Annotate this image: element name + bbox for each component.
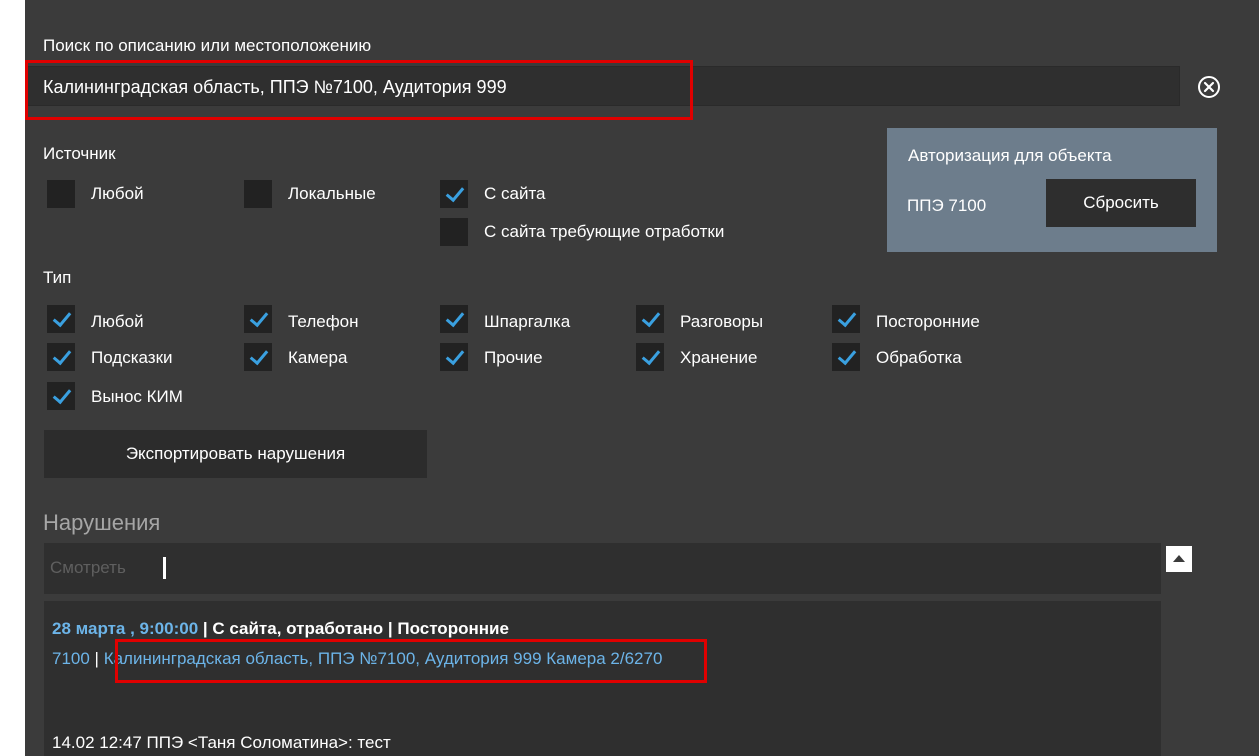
auth-panel: Авторизация для объекта ППЭ 7100 Сбросит… bbox=[887, 128, 1217, 252]
record-location-link[interactable]: Калининградская область, ППЭ №7100, Ауди… bbox=[104, 649, 542, 668]
type-heading: Тип bbox=[43, 268, 72, 287]
auth-title: Авторизация для объекта bbox=[908, 146, 1112, 165]
type-outsiders-label: Посторонние bbox=[876, 312, 980, 331]
reset-button[interactable]: Сбросить bbox=[1046, 179, 1196, 227]
record-location-line: 7100 | Калининградская область, ППЭ №710… bbox=[52, 649, 662, 669]
type-phone-label: Телефон bbox=[288, 312, 359, 331]
search-input[interactable]: Калининградская область, ППЭ №7100, Ауди… bbox=[27, 66, 1180, 106]
text-cursor bbox=[163, 557, 166, 579]
type-phone-checkbox[interactable] bbox=[244, 305, 272, 333]
type-cheatsheet-label: Шпаргалка bbox=[484, 312, 571, 331]
type-hints-checkbox[interactable] bbox=[47, 343, 75, 371]
violations-filter-input[interactable]: Смотреть bbox=[44, 543, 1161, 594]
record-ppe-link[interactable]: 7100 bbox=[52, 649, 90, 668]
type-talking-label: Разговоры bbox=[680, 312, 764, 331]
type-kim-removal-checkbox[interactable] bbox=[47, 382, 75, 410]
record-camera-link[interactable]: Камера 2/6270 bbox=[546, 649, 662, 668]
source-heading: Источник bbox=[43, 144, 116, 163]
filter-placeholder: Смотреть bbox=[50, 558, 126, 577]
type-any-checkbox[interactable] bbox=[47, 305, 75, 333]
source-any-checkbox[interactable] bbox=[47, 180, 75, 208]
type-talking-checkbox[interactable] bbox=[636, 305, 664, 333]
type-camera-label: Камера bbox=[288, 348, 348, 367]
type-cheatsheet-checkbox[interactable] bbox=[440, 305, 468, 333]
source-site-checkbox[interactable] bbox=[440, 180, 468, 208]
search-input-value: Калининградская область, ППЭ №7100, Ауди… bbox=[43, 77, 507, 97]
triangle-up-icon[interactable] bbox=[1166, 546, 1192, 572]
clear-search-button[interactable] bbox=[1198, 76, 1220, 98]
filter-panel: Поиск по описанию или местоположению Кал… bbox=[25, 0, 1259, 756]
source-site-pending-checkbox[interactable] bbox=[440, 218, 468, 246]
type-kim-removal-label: Вынос КИМ bbox=[91, 387, 183, 406]
source-local-label: Локальные bbox=[288, 184, 376, 203]
type-processing-checkbox[interactable] bbox=[832, 343, 860, 371]
source-any-label: Любой bbox=[91, 184, 144, 203]
type-processing-label: Обработка bbox=[876, 348, 962, 367]
record-date-link[interactable]: 28 марта , 9:00:00 bbox=[52, 619, 198, 638]
type-storage-label: Хранение bbox=[680, 348, 758, 367]
type-outsiders-checkbox[interactable] bbox=[832, 305, 860, 333]
type-any-label: Любой bbox=[91, 312, 144, 331]
source-site-label: С сайта bbox=[484, 184, 546, 203]
violation-record[interactable]: 28 марта , 9:00:00 | С сайта, отработано… bbox=[44, 601, 1161, 756]
record-separator: | bbox=[89, 649, 104, 668]
source-site-pending-label: С сайта требующие отработки bbox=[484, 222, 725, 241]
record-status: | С сайта, отработано | Посторонние bbox=[198, 619, 509, 638]
type-camera-checkbox[interactable] bbox=[244, 343, 272, 371]
type-other-label: Прочие bbox=[484, 348, 543, 367]
record-comment: 14.02 12:47 ППЭ <Таня Соломатина>: тест bbox=[52, 733, 391, 752]
source-local-checkbox[interactable] bbox=[244, 180, 272, 208]
auth-object: ППЭ 7100 bbox=[907, 196, 987, 215]
record-header: 28 марта , 9:00:00 | С сайта, отработано… bbox=[52, 619, 509, 639]
search-label: Поиск по описанию или местоположению bbox=[43, 36, 372, 55]
violations-title: Нарушения bbox=[43, 510, 161, 535]
export-violations-button[interactable]: Экспортировать нарушения bbox=[44, 430, 427, 478]
type-hints-label: Подсказки bbox=[91, 348, 173, 367]
close-circle-icon bbox=[1203, 81, 1215, 93]
type-other-checkbox[interactable] bbox=[440, 343, 468, 371]
type-storage-checkbox[interactable] bbox=[636, 343, 664, 371]
